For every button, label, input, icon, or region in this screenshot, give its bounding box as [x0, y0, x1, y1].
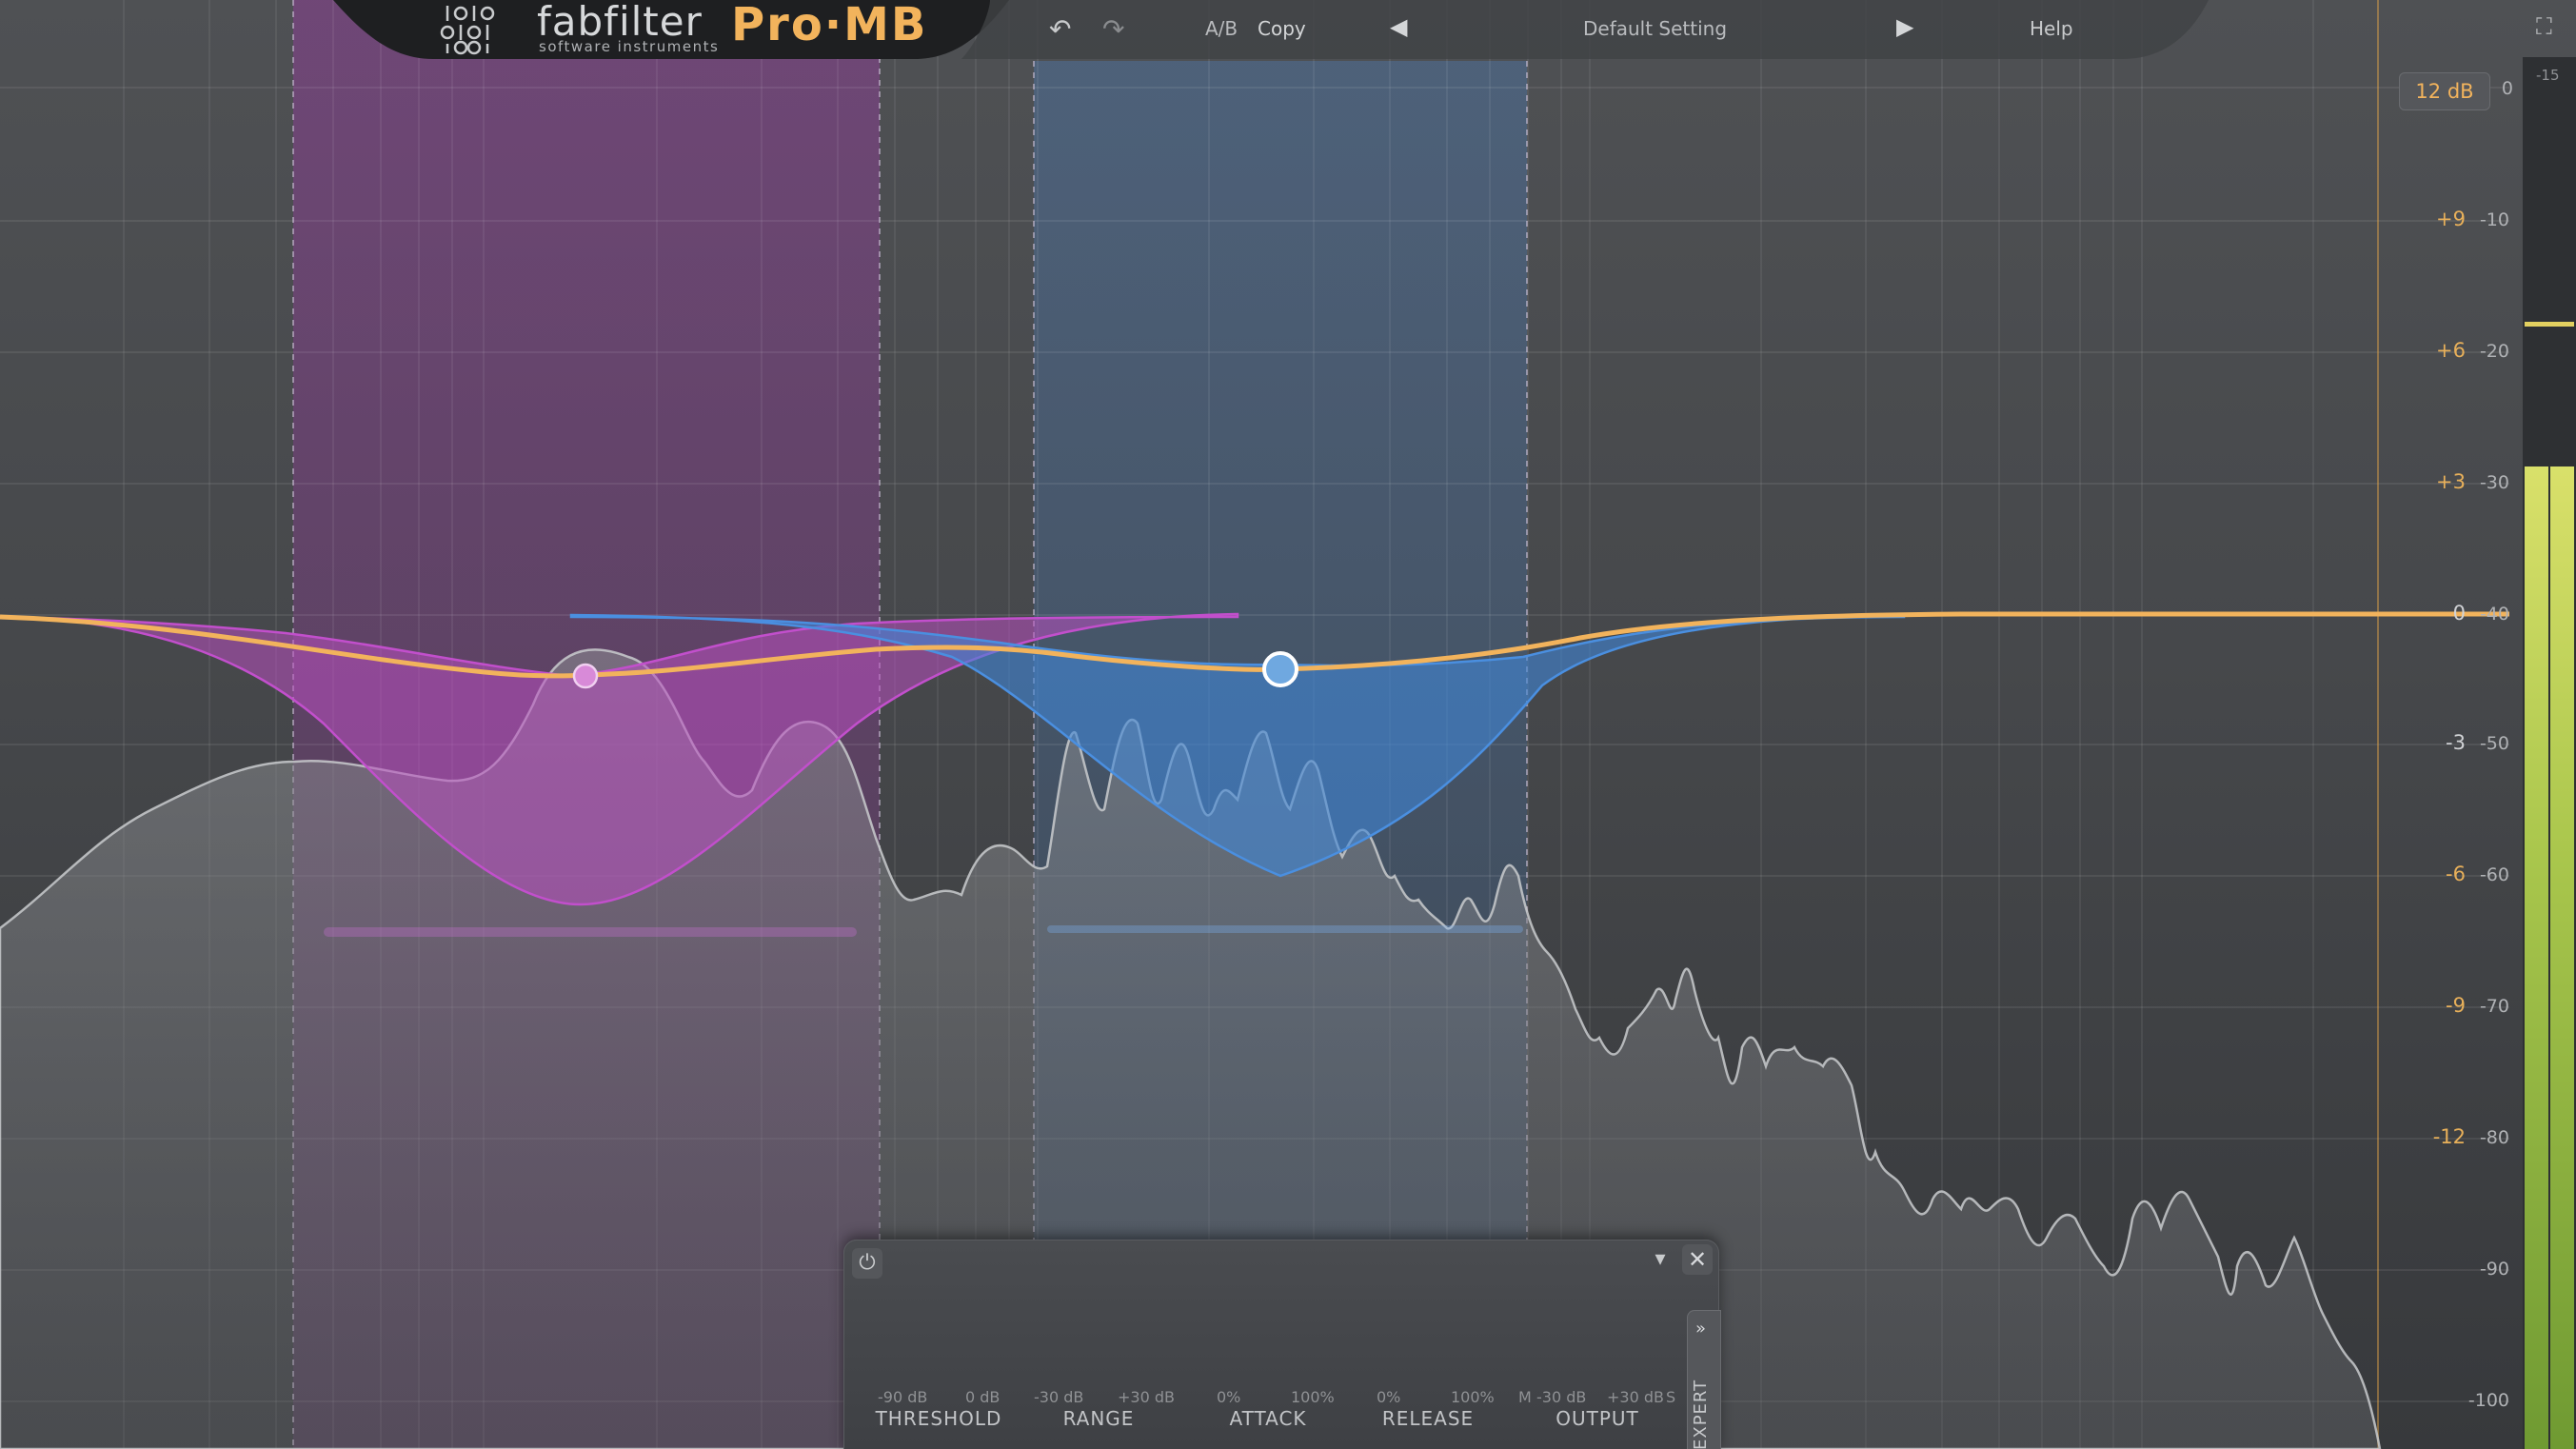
- pro-mb-window: fabfilter software instruments Pro·MB ↶ …: [0, 0, 2576, 1449]
- level-label: -10: [2479, 209, 2509, 230]
- output-max: +30 dB: [1607, 1388, 1664, 1406]
- range-label: RANGE: [1062, 1407, 1135, 1430]
- expert-label: EXPERT: [1691, 1379, 1711, 1449]
- level-label: -20: [2479, 341, 2509, 362]
- threshold-max: 0 dB: [965, 1388, 1001, 1406]
- copy-button[interactable]: Copy: [1258, 17, 1306, 40]
- attack-label: ATTACK: [1229, 1407, 1307, 1430]
- level-label: -50: [2479, 733, 2509, 754]
- output-mid-tag: M: [1518, 1388, 1532, 1406]
- band2-handle[interactable]: [1262, 651, 1298, 687]
- band1-threshold-bar: [324, 927, 857, 937]
- level-label: -90: [2479, 1259, 2509, 1280]
- band1-handle[interactable]: [572, 663, 599, 689]
- level-label: -70: [2479, 996, 2509, 1017]
- meter-peak-hold: [2525, 322, 2574, 327]
- threshold-label: THRESHOLD: [875, 1407, 1002, 1430]
- preset-name[interactable]: Default Setting: [1583, 17, 1727, 40]
- release-max: 100%: [1451, 1388, 1495, 1406]
- band-power-icon[interactable]: ⏻: [852, 1248, 882, 1279]
- output-min: -30 dB: [1536, 1388, 1587, 1406]
- attack-min: 0%: [1217, 1388, 1241, 1406]
- range-min: -30 dB: [1034, 1388, 1084, 1406]
- attack-max: 100%: [1291, 1388, 1335, 1406]
- output-side-tag: S: [1666, 1388, 1676, 1406]
- next-preset-icon[interactable]: ▶: [1896, 13, 1913, 40]
- band2-threshold-bar: [1047, 925, 1523, 933]
- level-label: -100: [2467, 1390, 2509, 1411]
- expand-chevron-icon: »: [1695, 1319, 1707, 1339]
- output-label: OUTPUT: [1556, 1407, 1639, 1430]
- threshold-min: -90 dB: [878, 1388, 928, 1406]
- brand-subtitle: software instruments: [539, 38, 720, 55]
- level-label: -30: [2479, 472, 2509, 493]
- eq-display[interactable]: [0, 0, 2576, 1449]
- product-name: Pro·MB: [731, 0, 928, 51]
- redo-icon[interactable]: ↷: [1102, 13, 1124, 45]
- release-min: 0%: [1377, 1388, 1401, 1406]
- fullscreen-icon[interactable]: ⛶: [2536, 13, 2552, 40]
- level-label: 0: [2501, 78, 2513, 99]
- meter-top-label: -15: [2536, 67, 2560, 84]
- expert-toggle[interactable]: » EXPERT: [1687, 1310, 1721, 1449]
- level-label: -60: [2479, 864, 2509, 885]
- release-label: RELEASE: [1381, 1407, 1475, 1430]
- panel-menu-icon[interactable]: ▾: [1646, 1244, 1674, 1275]
- range-max: +30 dB: [1118, 1388, 1175, 1406]
- level-label: -40: [2479, 604, 2509, 625]
- help-button[interactable]: Help: [2030, 17, 2073, 40]
- previous-preset-icon[interactable]: ◀: [1390, 13, 1407, 40]
- level-label: -80: [2479, 1127, 2509, 1148]
- close-panel-icon[interactable]: ✕: [1682, 1244, 1713, 1275]
- ab-button[interactable]: A/B: [1205, 17, 1238, 40]
- undo-icon[interactable]: ↶: [1049, 13, 1071, 45]
